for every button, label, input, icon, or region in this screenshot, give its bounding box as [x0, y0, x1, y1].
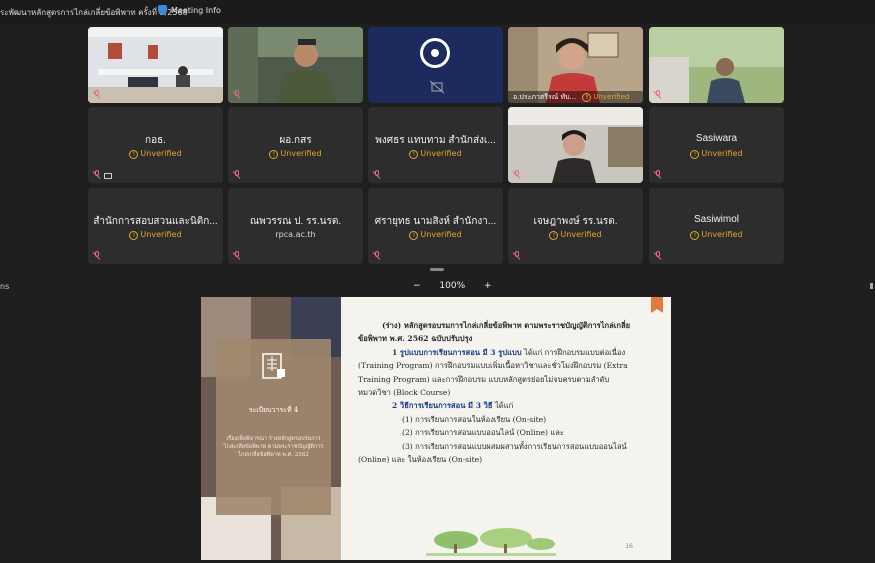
participant-tile[interactable]: เจษฎาพงษ์ รร.นรต. ! Unverified: [508, 188, 643, 264]
slide-line: (Training Program) การฝึกอบรมแบบเพิ่มเนื…: [358, 361, 628, 371]
participant-name: ณพวรรณ ป. รร.นรต.: [249, 216, 342, 227]
unverified-badge: ! Unverified: [649, 230, 784, 240]
slide-line: (Online) และ ในห้องเรียน (On-site): [358, 455, 483, 465]
unverified-icon: !: [409, 231, 419, 240]
obs-logo-icon: [368, 27, 503, 103]
participant-tile[interactable]: Sasiwimol ! Unverified: [649, 188, 784, 264]
officer-video: [228, 27, 363, 103]
muted-mic-icon: [654, 170, 662, 179]
top-bar: ระพัฒนาหลักสูตรการไกล่เกลี่ยข้อพิพาท ครั…: [0, 0, 875, 24]
muted-mic-icon: [93, 251, 101, 260]
unverified-badge: ! Unverified: [368, 230, 503, 240]
slide-line: ข้อพิพาท พ.ศ. 2562 ฉบับปรับปรุง: [358, 334, 473, 344]
unverified-icon: !: [129, 150, 139, 159]
agenda-card: ระเบียบวาระที่ 4 เรื่องเพื่อพิจารณา ร่าง…: [216, 339, 331, 515]
participant-tile[interactable]: [649, 27, 784, 103]
participant-tile[interactable]: [368, 27, 503, 103]
participant-name: Sasiwimol: [693, 214, 739, 225]
muted-mic-icon: [513, 170, 521, 179]
unverified-badge: ! Unverified: [228, 149, 363, 159]
slide-body: (ร่าง) หลักสูตรอบรมการไกล่เกลี่ยข้อพิพาท…: [358, 319, 658, 466]
participant-tile[interactable]: [228, 27, 363, 103]
slide-line: (3) การเรียนการสอนแบบผสมผสานทั้งการเรียน…: [402, 441, 627, 451]
participant-name: ศรายุทธ นามสิงห์ สำนักงา...: [374, 216, 497, 227]
unverified-icon: !: [690, 150, 700, 159]
shield-icon: [158, 5, 167, 15]
participant-tile[interactable]: [88, 27, 223, 103]
slide-line: หมวดวิชา (Block Course): [358, 388, 451, 398]
screen-share-icon: [104, 173, 112, 179]
meeting-info-button[interactable]: Meeting Info: [158, 5, 221, 15]
participant-tile[interactable]: [508, 107, 643, 183]
conference-room-video: [88, 27, 223, 103]
unverified-icon: !: [269, 150, 279, 159]
agenda-title: ระเบียบวาระที่ 4: [248, 406, 299, 414]
slide-line: 1 รูปแบบการเรียนการสอน มี 3 รูปแบบ ได้แก…: [392, 347, 626, 357]
participant-tile[interactable]: Sasiwara ! Unverified: [649, 107, 784, 183]
zoom-in-button[interactable]: +: [484, 281, 492, 291]
unverified-badge: ! Unverified: [88, 149, 223, 159]
unverified-icon: !: [549, 231, 559, 240]
slide-line: (1) การเรียนการสอนในห้องเรียน (On-site): [402, 414, 547, 424]
participant-tile[interactable]: กอธ. ! Unverified: [88, 107, 223, 183]
shared-slide: ระเบียบวาระที่ 4 เรื่องเพื่อพิจารณา ร่าง…: [201, 297, 671, 560]
slide-photo-panel: ระเบียบวาระที่ 4 เรื่องเพื่อพิจารณา ร่าง…: [201, 297, 341, 560]
unverified-icon: !: [582, 93, 592, 102]
muted-mic-icon: [233, 90, 241, 99]
participant-name: กอธ.: [145, 135, 166, 146]
muted-mic-icon: [233, 251, 241, 260]
participant-tile[interactable]: พงศธร แทบทาม สำนักส่งเ... ! Unverified: [368, 107, 503, 183]
side-handle[interactable]: [870, 283, 873, 289]
participant-tile[interactable]: ศรายุทธ นามสิงห์ สำนักงา... ! Unverified: [368, 188, 503, 264]
unverified-icon: !: [409, 150, 419, 159]
participant-tile[interactable]: ณพวรรณ ป. รร.นรต. rpca.ac.th: [228, 188, 363, 264]
meeting-info-label: Meeting Info: [171, 6, 221, 15]
side-label: ns: [0, 282, 10, 291]
muted-mic-icon: [373, 251, 381, 260]
zoom-controls: − 100% +: [405, 281, 500, 291]
resize-handle[interactable]: [430, 268, 444, 271]
participant-name: สำนักการสอบสวนและนิติก...: [93, 216, 218, 227]
zoom-out-button[interactable]: −: [413, 281, 421, 291]
zoom-level: 100%: [439, 281, 466, 291]
bookmark-flag-icon: [651, 297, 663, 313]
muted-mic-icon: [233, 170, 241, 179]
participant-domain: rpca.ac.th: [275, 230, 316, 239]
slide-line: (2) การเรียนการสอนแบบออนไลน์ (Online) แล…: [402, 428, 565, 438]
muted-mic-icon: [93, 90, 101, 99]
trees-illustration: [426, 528, 556, 556]
muted-mic-icon: [373, 170, 381, 179]
participant-name: ผอ.กสร: [279, 135, 312, 146]
muted-mic-icon: [654, 251, 662, 260]
participant-name: พงศธร แทบทาม สำนักส่งเ...: [375, 135, 496, 146]
unverified-icon: !: [690, 231, 700, 240]
unverified-badge: ! Unverified: [508, 230, 643, 240]
participant-tile[interactable]: สำนักการสอบสวนและนิติก... ! Unverified: [88, 188, 223, 264]
slide-page-number: 16: [625, 543, 633, 550]
slide-line: Training Program) และการฝึกอบรม แบบหลักส…: [358, 374, 610, 384]
muted-mic-icon: [654, 90, 662, 99]
unverified-badge: ! Unverified: [368, 149, 503, 159]
participant-label: อ.ประภาสรีรณ์ ทับ... ! Unverified: [508, 91, 643, 103]
muted-mic-icon: [93, 170, 101, 179]
office-video: [508, 107, 643, 183]
agenda-subtitle: เรื่องเพื่อพิจารณา ร่างหลักสูตรอบรมการไก…: [223, 436, 324, 458]
slide-line: 2 วิธีการเรียนการสอน มี 3 วิธี ได้แก่: [392, 401, 514, 411]
outdoor-video: [649, 27, 784, 103]
participant-name: เจษฎาพงษ์ รร.นรต.: [533, 216, 618, 227]
unverified-badge: ! Unverified: [88, 230, 223, 240]
document-scale-icon: [262, 353, 285, 379]
unverified-icon: !: [129, 231, 139, 240]
slide-heading: (ร่าง) หลักสูตรอบรมการไกล่เกลี่ยข้อพิพาท…: [382, 321, 631, 330]
muted-mic-icon: [513, 251, 521, 260]
participant-name: Sasiwara: [695, 133, 738, 144]
participant-tile[interactable]: ผอ.กสร ! Unverified: [228, 107, 363, 183]
unverified-badge: ! Unverified: [649, 149, 784, 159]
participant-tile-active[interactable]: อ.ประภาสรีรณ์ ทับ... ! Unverified: [508, 27, 643, 103]
